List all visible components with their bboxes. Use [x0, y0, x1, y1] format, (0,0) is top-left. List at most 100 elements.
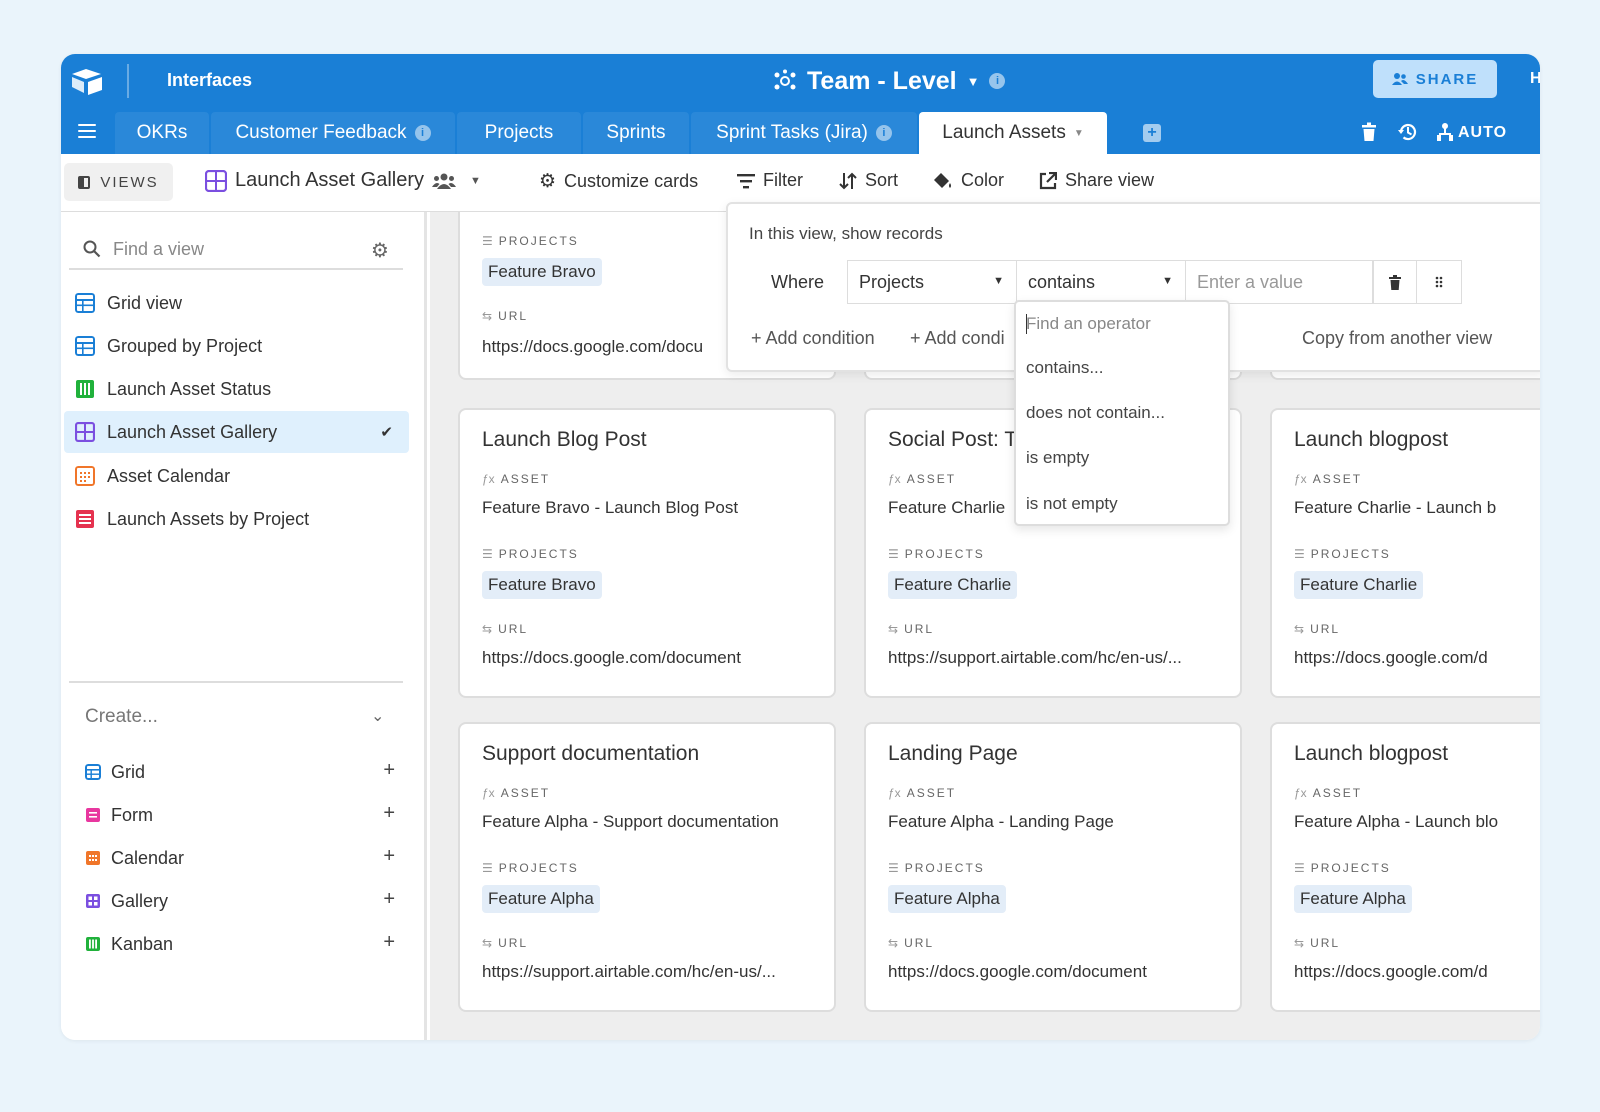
url-value[interactable]: https://docs.google.com/document [888, 962, 1228, 982]
gallery-card[interactable]: Support documentation ƒx ASSET Feature Al… [458, 722, 836, 1012]
sidebar-item-launch-asset-status[interactable]: Launch Asset Status [64, 368, 409, 410]
tab-label: Sprints [606, 122, 666, 143]
app-window: Interfaces Team - Level ▼ i SHARE H OKRs… [61, 54, 1540, 1040]
filter-value-input[interactable]: Enter a value [1185, 260, 1373, 304]
drag-handle[interactable] [1416, 260, 1462, 304]
trash-icon [1389, 274, 1401, 290]
color-button[interactable]: Color [933, 170, 1004, 191]
info-icon[interactable]: i [875, 125, 892, 141]
create-calendar-button[interactable]: Calendar + [85, 843, 395, 873]
project-tag: Feature Charlie [888, 571, 1018, 599]
operator-option[interactable]: contains... [1026, 358, 1104, 378]
hamburger-menu-icon[interactable] [78, 124, 96, 138]
gear-icon[interactable]: ⚙ [371, 238, 389, 263]
current-view-selector[interactable]: Launch Asset Gallery ▼ [205, 169, 481, 192]
info-icon[interactable]: i [989, 73, 1006, 89]
url-value[interactable]: https://docs.google.com/docu [482, 337, 722, 357]
create-gallery-button[interactable]: Gallery + [85, 886, 395, 916]
chevron-down-icon: ▼ [470, 174, 481, 187]
share-button[interactable]: SHARE [1373, 60, 1497, 98]
url-value[interactable]: https://docs.google.com/d [1294, 648, 1540, 668]
trash-icon[interactable] [1361, 122, 1377, 142]
operator-option[interactable]: is not empty [1026, 494, 1118, 514]
chevron-down-icon[interactable]: ⌄ [371, 706, 384, 726]
base-title[interactable]: Team - Level ▼ i [773, 64, 1006, 98]
add-condition-group-button[interactable]: + Add condi [910, 328, 1005, 349]
tab-customer-feedback[interactable]: Customer Feedback i [211, 112, 455, 154]
project-tag: Feature Bravo [482, 571, 602, 599]
field-label-text: ASSET [906, 786, 957, 800]
url-value[interactable]: https://support.airtable.com/hc/en-us/..… [888, 648, 1228, 668]
gallery-card[interactable]: Landing Page ƒx ASSET Feature Alpha - Lan… [864, 722, 1242, 1012]
sidebar-item-grouped-by-project[interactable]: Grouped by Project [64, 325, 409, 367]
gallery-card[interactable]: Launch blogpost ƒx ASSET Feature Charlie … [1270, 408, 1540, 698]
airtable-logo-icon[interactable] [69, 66, 105, 96]
url-value[interactable]: https://docs.google.com/document [482, 648, 822, 668]
filter-label: Filter [763, 170, 803, 190]
delete-condition-button[interactable] [1373, 260, 1417, 304]
sort-button[interactable]: Sort [839, 170, 898, 191]
history-icon[interactable] [1397, 121, 1419, 143]
sidebar-item-asset-calendar[interactable]: Asset Calendar [64, 455, 409, 497]
field-label-text: URL [904, 622, 935, 636]
tab-okrs[interactable]: OKRs [115, 112, 209, 154]
url-value[interactable]: https://docs.google.com/d [1294, 962, 1540, 982]
info-icon[interactable]: i [414, 125, 431, 141]
create-kanban-button[interactable]: Kanban + [85, 929, 395, 959]
tab-sprint-tasks[interactable]: Sprint Tasks (Jira) i [691, 112, 917, 154]
sidebar-item-grid-view[interactable]: Grid view [64, 282, 409, 324]
list-icon: ☰ [1294, 861, 1305, 875]
chevron-down-icon[interactable]: ▼ [1074, 128, 1084, 139]
chevron-down-icon[interactable]: ▼ [967, 74, 980, 89]
copy-from-another-view-button[interactable]: Copy from another view [1302, 328, 1492, 349]
filter-operator-select[interactable]: contains ▼ [1016, 260, 1186, 304]
tab-sprints[interactable]: Sprints [583, 112, 689, 154]
operator-search-input[interactable]: Find an operator [1026, 314, 1151, 334]
sidebar-item-label: Grouped by Project [107, 335, 263, 356]
field-label-text: PROJECTS [1310, 547, 1391, 561]
card-title: Launch blogpost [1294, 428, 1449, 451]
create-form-button[interactable]: Form + [85, 800, 395, 830]
plus-icon[interactable]: + [383, 931, 395, 954]
url-value[interactable]: https://support.airtable.com/hc/en-us/..… [482, 962, 822, 982]
create-view-header[interactable]: Create... [85, 706, 158, 728]
customize-cards-button[interactable]: ⚙ Customize cards [539, 170, 698, 193]
link-icon: ⇆ [482, 936, 493, 950]
share-view-button[interactable]: Share view [1039, 170, 1154, 191]
sidebar-item-launch-asset-gallery[interactable]: Launch Asset Gallery ✔ [64, 411, 409, 453]
tab-label: Projects [484, 122, 554, 143]
link-icon: ⇆ [888, 622, 899, 636]
plus-icon[interactable]: + [383, 888, 395, 911]
views-toggle-button[interactable]: VIEWS [64, 163, 173, 201]
tab-projects[interactable]: Projects [457, 112, 581, 154]
plus-icon[interactable]: + [383, 845, 395, 868]
interfaces-link[interactable]: Interfaces [167, 70, 252, 91]
tab-launch-assets[interactable]: Launch Assets ▼ [919, 112, 1107, 154]
sidebar-item-launch-assets-by-project[interactable]: Launch Assets by Project [64, 498, 409, 540]
automations-label[interactable]: AUTO [1458, 124, 1507, 142]
field-label: ⇆ URL [1294, 622, 1340, 636]
find-view-input[interactable]: Find a view [83, 232, 403, 266]
share-view-icon [1039, 171, 1057, 189]
project-tag: Feature Alpha [482, 885, 600, 913]
filter-field-select[interactable]: Projects ▼ [847, 260, 1017, 304]
plus-icon[interactable]: + [383, 759, 395, 782]
add-table-icon[interactable]: + [1143, 124, 1161, 142]
add-condition-button[interactable]: + Add condition [751, 328, 875, 349]
gallery-card[interactable]: Launch blogpost ƒx ASSET Feature Alpha - … [1270, 722, 1540, 1012]
add-condition-group-label: Add condi [924, 328, 1005, 348]
help-button[interactable]: H [1530, 70, 1540, 88]
field-label-text: URL [1310, 936, 1341, 950]
card-title: Landing Page [888, 742, 1018, 765]
plus-icon[interactable]: + [383, 802, 395, 825]
operator-option[interactable]: does not contain... [1026, 403, 1165, 423]
gallery-card[interactable]: Launch Blog Post ƒx ASSET Feature Bravo -… [458, 408, 836, 698]
divider [127, 64, 129, 98]
create-grid-button[interactable]: Grid + [85, 757, 395, 787]
card-title: Support documentation [482, 742, 700, 765]
link-icon: ⇆ [888, 936, 899, 950]
tab-label: Sprint Tasks (Jira) [716, 122, 868, 143]
filter-button[interactable]: Filter [737, 170, 803, 191]
operator-option[interactable]: is empty [1026, 448, 1089, 468]
automation-icon[interactable] [1435, 122, 1455, 142]
